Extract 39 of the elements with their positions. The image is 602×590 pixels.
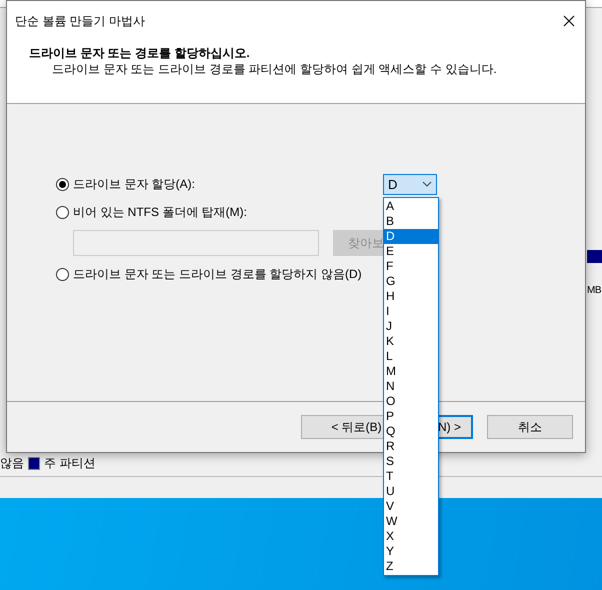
cancel-button[interactable]: 취소 — [487, 415, 573, 439]
radio-button[interactable] — [56, 268, 69, 280]
caret-icon — [422, 181, 432, 187]
option-label: 드라이브 문자 또는 드라이브 경로를 할당하지 않음(D) — [73, 266, 362, 282]
list-item[interactable]: Z — [384, 558, 438, 574]
list-item[interactable]: X — [384, 528, 438, 544]
list-item[interactable]: I — [384, 304, 438, 318]
list-item[interactable]: S — [384, 454, 438, 468]
page-heading: 드라이브 문자 또는 경로를 할당하십시오. — [29, 45, 251, 61]
list-item[interactable]: D — [384, 228, 438, 244]
list-item[interactable]: N — [384, 378, 438, 394]
window-title: 단순 볼륨 만들기 마법사 — [15, 12, 146, 30]
list-item[interactable]: K — [384, 334, 438, 348]
radio-button[interactable] — [56, 178, 69, 190]
list-item[interactable]: W — [384, 514, 438, 528]
list-item[interactable]: U — [384, 484, 438, 498]
close-icon[interactable] — [563, 15, 575, 27]
list-item[interactable]: Y — [384, 544, 438, 558]
list-item[interactable]: R — [384, 438, 438, 454]
list-item[interactable]: O — [384, 394, 438, 408]
list-item[interactable]: J — [384, 318, 438, 334]
list-item[interactable]: G — [384, 274, 438, 288]
partition-bar — [587, 250, 602, 263]
list-item[interactable]: F — [384, 258, 438, 274]
list-item[interactable]: A — [384, 198, 438, 214]
option-label: 드라이브 문자 할당(A): — [73, 176, 195, 192]
legend-label: 않음 — [0, 455, 24, 471]
radio-button[interactable] — [56, 206, 69, 218]
legend-label: 주 파티션 — [44, 455, 96, 471]
list-item[interactable]: B — [384, 214, 438, 228]
list-item[interactable]: T — [384, 468, 438, 484]
page-description: 드라이브 문자 또는 드라이브 경로를 파티션에 할당하여 쉽게 액세스할 수 있습니다. — [51, 61, 498, 77]
list-item[interactable]: V — [384, 498, 438, 514]
list-item[interactable]: L — [384, 348, 438, 364]
list-item[interactable]: H — [384, 288, 438, 304]
option-label: 비어 있는 NTFS 폴더에 탑재(M): — [73, 204, 247, 220]
list-item[interactable]: M — [384, 364, 438, 378]
size-text: MB — [587, 285, 601, 296]
drive-letter-dropdown[interactable]: D — [383, 174, 437, 194]
